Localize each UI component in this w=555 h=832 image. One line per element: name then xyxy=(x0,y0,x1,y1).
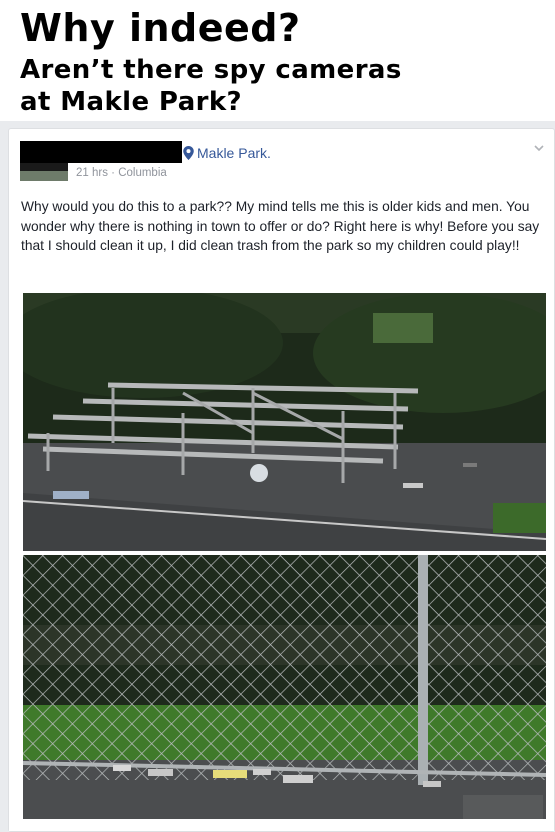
photo-bleachers[interactable] xyxy=(23,293,546,551)
redacted-author-name xyxy=(20,141,182,163)
post-place[interactable]: Columbia xyxy=(118,167,167,179)
caption-line-2: at Makle Park? xyxy=(20,87,243,117)
map-pin-icon xyxy=(183,146,194,160)
meta-separator: · xyxy=(107,167,119,179)
chevron-down-icon[interactable] xyxy=(532,141,546,155)
avatar-photo-strip xyxy=(20,171,68,181)
caption-title: Why indeed? xyxy=(20,6,301,50)
photo-fence-trash[interactable] xyxy=(23,555,546,819)
facebook-post-card: Makle Park. 21 hrs · Columbia Why would … xyxy=(8,128,555,832)
post-timestamp[interactable]: 21 hrs xyxy=(76,167,108,179)
post-meta: 21 hrs · Columbia xyxy=(76,167,167,179)
post-body-text: Why would you do this to a park?? My min… xyxy=(21,199,540,253)
location-link[interactable]: Makle Park. xyxy=(197,145,271,161)
card-footer xyxy=(9,819,554,831)
caption-line-1: Aren’t there spy cameras xyxy=(20,55,402,85)
check-in-location[interactable]: Makle Park. xyxy=(183,145,271,161)
meme-caption: Why indeed? Aren’t there spy cameras at … xyxy=(20,6,550,118)
